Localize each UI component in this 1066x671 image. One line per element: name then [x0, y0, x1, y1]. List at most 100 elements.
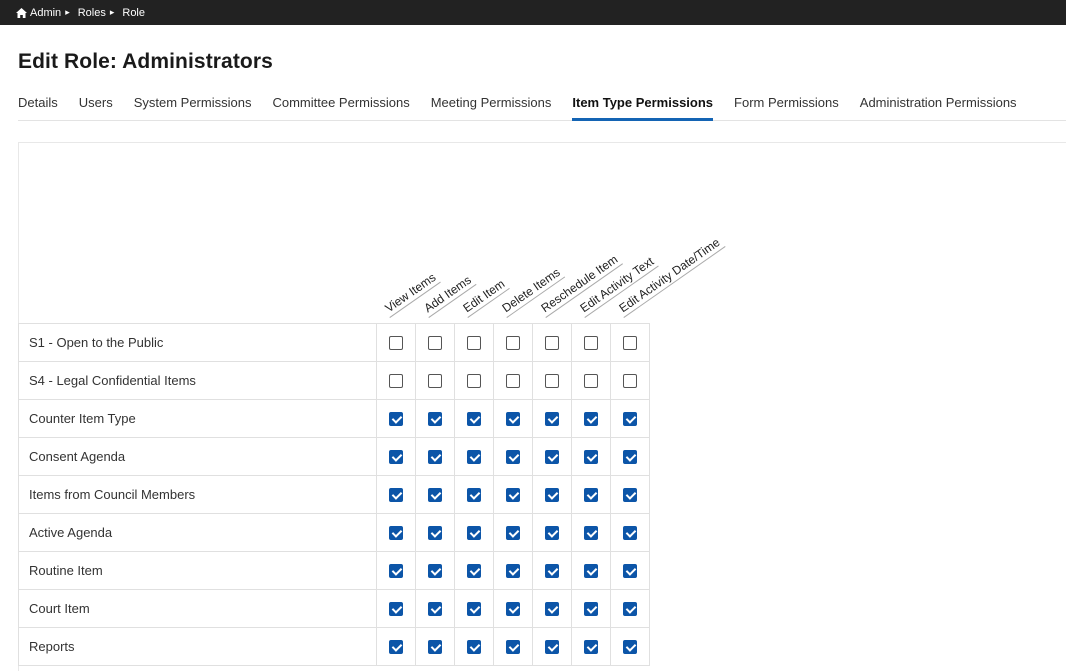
permission-checkbox[interactable]: [545, 526, 559, 541]
permission-checkbox[interactable]: [506, 602, 520, 617]
permission-checkbox[interactable]: [623, 526, 637, 541]
permission-checkbox[interactable]: [467, 640, 481, 655]
tab-form-permissions[interactable]: Form Permissions: [734, 94, 839, 120]
permission-checkbox[interactable]: [545, 450, 559, 465]
permission-checkbox[interactable]: [389, 450, 403, 465]
row-label: S1 - Open to the Public: [18, 323, 377, 362]
permission-checkbox[interactable]: [506, 336, 520, 351]
permission-checkbox[interactable]: [506, 412, 520, 427]
permission-checkbox[interactable]: [506, 488, 520, 503]
permission-checkbox[interactable]: [506, 374, 520, 389]
permission-cell: [376, 627, 416, 666]
permission-checkbox[interactable]: [623, 602, 637, 617]
permission-checkbox[interactable]: [545, 412, 559, 427]
permission-checkbox[interactable]: [428, 564, 442, 579]
permission-cell: [610, 589, 650, 628]
permission-checkbox[interactable]: [467, 564, 481, 579]
permission-checkbox[interactable]: [545, 564, 559, 579]
permission-checkbox[interactable]: [389, 374, 403, 389]
permission-checkbox[interactable]: [389, 640, 403, 655]
permission-cell: [532, 361, 572, 400]
permission-checkbox[interactable]: [428, 450, 442, 465]
permission-cell: [454, 399, 494, 438]
permission-checkbox[interactable]: [623, 412, 637, 427]
permission-checkbox[interactable]: [623, 640, 637, 655]
permission-checkbox[interactable]: [506, 526, 520, 541]
permission-checkbox[interactable]: [389, 526, 403, 541]
table-row: Active Agenda: [18, 513, 650, 552]
permission-cell: [415, 475, 455, 514]
tab-meeting-permissions[interactable]: Meeting Permissions: [431, 94, 552, 120]
permission-checkbox[interactable]: [623, 488, 637, 503]
tab-administration-permissions[interactable]: Administration Permissions: [860, 94, 1017, 120]
permission-checkbox[interactable]: [623, 374, 637, 389]
permission-checkbox[interactable]: [389, 336, 403, 351]
tab-details[interactable]: Details: [18, 94, 58, 120]
permission-checkbox[interactable]: [467, 374, 481, 389]
permission-checkbox[interactable]: [584, 374, 598, 389]
permission-checkbox[interactable]: [428, 488, 442, 503]
permissions-table: S1 - Open to the Public S4 - Legal Confid…: [18, 323, 650, 666]
permission-checkbox[interactable]: [584, 602, 598, 617]
permission-cell: [610, 437, 650, 476]
permission-checkbox[interactable]: [428, 526, 442, 541]
tab-committee-permissions[interactable]: Committee Permissions: [272, 94, 409, 120]
permission-cell: [571, 475, 611, 514]
row-label: Reports: [18, 627, 377, 666]
permission-checkbox[interactable]: [467, 450, 481, 465]
permission-checkbox[interactable]: [545, 336, 559, 351]
permission-cell: [571, 627, 611, 666]
permission-cell: [532, 475, 572, 514]
tab-system-permissions[interactable]: System Permissions: [134, 94, 252, 120]
tab-users[interactable]: Users: [79, 94, 113, 120]
permission-checkbox[interactable]: [389, 564, 403, 579]
permission-checkbox[interactable]: [506, 564, 520, 579]
permission-cell: [493, 361, 533, 400]
permission-checkbox[interactable]: [584, 412, 598, 427]
permission-checkbox[interactable]: [545, 640, 559, 655]
permission-checkbox[interactable]: [428, 602, 442, 617]
home-icon[interactable]: [16, 7, 27, 18]
row-label: Consent Agenda: [18, 437, 377, 476]
permission-checkbox[interactable]: [428, 640, 442, 655]
permission-checkbox[interactable]: [584, 564, 598, 579]
permission-checkbox[interactable]: [584, 450, 598, 465]
permission-cell: [571, 437, 611, 476]
permission-checkbox[interactable]: [584, 526, 598, 541]
permission-checkbox[interactable]: [467, 336, 481, 351]
breadcrumb-roles[interactable]: Roles: [78, 7, 106, 19]
permission-checkbox[interactable]: [584, 488, 598, 503]
table-row: S1 - Open to the Public: [18, 323, 650, 362]
breadcrumb-admin[interactable]: Admin: [30, 7, 61, 19]
permission-checkbox[interactable]: [545, 602, 559, 617]
tab-item-type-permissions[interactable]: Item Type Permissions: [572, 94, 713, 121]
permission-checkbox[interactable]: [389, 412, 403, 427]
permission-checkbox[interactable]: [623, 450, 637, 465]
permission-checkbox[interactable]: [623, 564, 637, 579]
permission-cell: [610, 551, 650, 590]
permission-checkbox[interactable]: [389, 602, 403, 617]
permission-checkbox[interactable]: [506, 450, 520, 465]
permission-checkbox[interactable]: [467, 488, 481, 503]
permission-checkbox[interactable]: [545, 374, 559, 389]
permission-checkbox[interactable]: [389, 488, 403, 503]
permission-cell: [415, 627, 455, 666]
permission-checkbox[interactable]: [584, 640, 598, 655]
table-row: Counter Item Type: [18, 399, 650, 438]
permission-checkbox[interactable]: [467, 526, 481, 541]
permission-checkbox[interactable]: [467, 412, 481, 427]
permission-cell: [493, 437, 533, 476]
permission-checkbox[interactable]: [428, 374, 442, 389]
permission-checkbox[interactable]: [584, 336, 598, 351]
permission-cell: [532, 589, 572, 628]
permission-checkbox[interactable]: [545, 488, 559, 503]
permission-cell: [493, 627, 533, 666]
row-label: Items from Council Members: [18, 475, 377, 514]
permission-checkbox[interactable]: [506, 640, 520, 655]
permission-checkbox[interactable]: [428, 336, 442, 351]
permission-checkbox[interactable]: [428, 412, 442, 427]
permission-cell: [376, 323, 416, 362]
permission-cell: [454, 323, 494, 362]
permission-checkbox[interactable]: [623, 336, 637, 351]
permission-checkbox[interactable]: [467, 602, 481, 617]
